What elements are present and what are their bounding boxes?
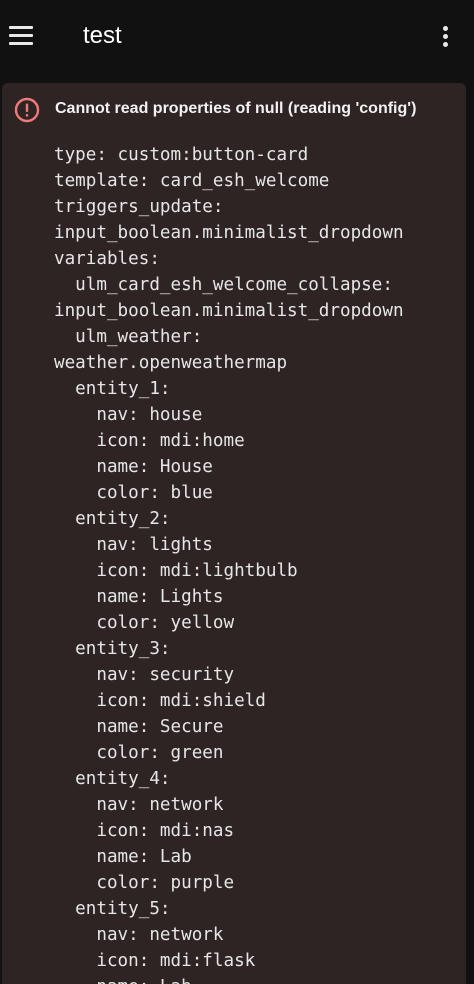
error-header: Cannot read properties of null (reading … <box>14 97 464 123</box>
config-line: icon: mdi:lightbulb <box>54 561 298 581</box>
config-line: entity_5: <box>54 899 171 919</box>
alert-circle-icon <box>14 97 40 123</box>
page-title: test <box>83 22 122 49</box>
config-line: name: Secure <box>54 717 224 737</box>
config-line: icon: mdi:shield <box>54 691 266 711</box>
config-line: color: yellow <box>54 613 235 633</box>
config-line: triggers_update: <box>54 197 224 217</box>
config-line: nav: house <box>54 405 203 425</box>
error-message: Cannot read properties of null (reading … <box>55 100 417 117</box>
hamburger-menu-icon[interactable] <box>9 26 33 46</box>
more-options-icon[interactable] <box>438 26 454 50</box>
config-line: variables: <box>54 249 160 269</box>
config-line: color: green <box>54 743 224 763</box>
config-line: color: blue <box>54 483 213 503</box>
config-line: name: Lab <box>54 974 404 984</box>
config-line: nav: security <box>54 665 235 685</box>
config-line: icon: mdi:nas <box>54 821 235 841</box>
top-app-bar: test <box>0 0 474 74</box>
config-line: ulm_weather: <box>54 327 203 347</box>
config-line: nav: network <box>54 925 224 945</box>
config-line: ulm_card_esh_welcome_collapse: <box>54 275 393 295</box>
config-line: entity_3: <box>54 639 171 659</box>
config-line: name: House <box>54 457 213 477</box>
config-code-block: type: custom:button-card template: card_e… <box>54 142 404 984</box>
config-line: template: card_esh_welcome <box>54 171 330 191</box>
config-line: name: Lights <box>54 587 224 607</box>
error-card: Cannot read properties of null (reading … <box>2 83 466 984</box>
config-line: type: custom:button-card <box>54 145 309 165</box>
config-line: input_boolean.minimalist_dropdown <box>54 301 404 321</box>
config-line: entity_4: <box>54 769 171 789</box>
config-line: color: purple <box>54 873 235 893</box>
config-line: entity_2: <box>54 509 171 529</box>
config-line: name: Lab <box>54 847 192 867</box>
config-line: nav: network <box>54 795 224 815</box>
config-line: weather.openweathermap <box>54 353 288 373</box>
config-line: nav: lights <box>54 535 213 555</box>
config-line: entity_1: <box>54 379 171 399</box>
config-line: input_boolean.minimalist_dropdown <box>54 223 404 243</box>
config-line: icon: mdi:flask <box>54 951 256 971</box>
config-line: icon: mdi:home <box>54 431 245 451</box>
